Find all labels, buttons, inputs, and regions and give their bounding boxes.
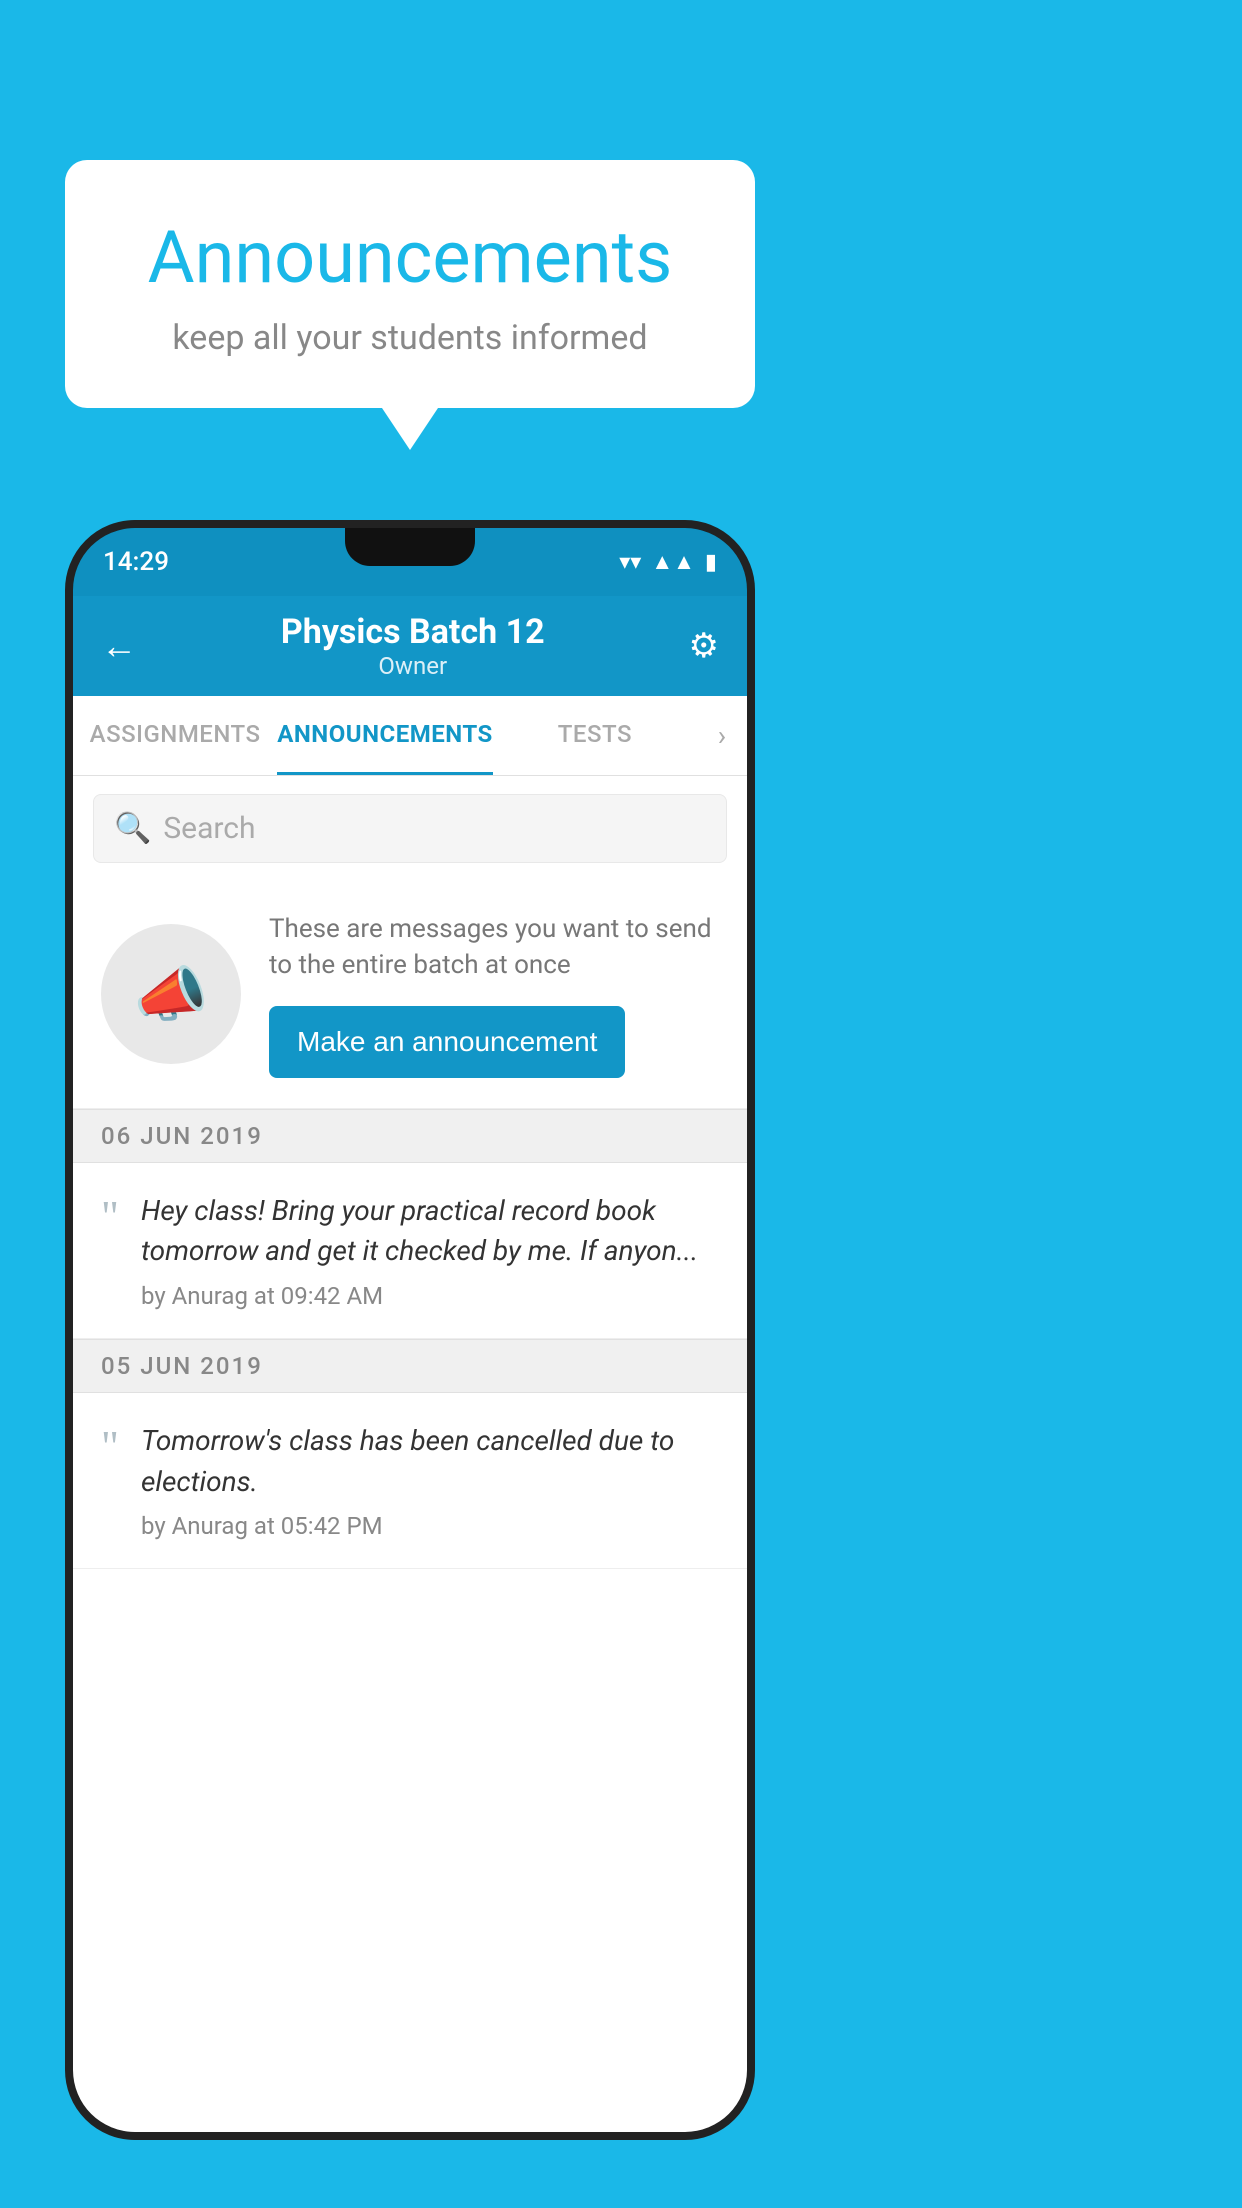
status-time: 14:29 [103, 547, 169, 577]
bubble-subtitle: keep all your students informed [115, 318, 705, 358]
announcement-item-2[interactable]: " Tomorrow's class has been cancelled du… [73, 1393, 747, 1569]
search-placeholder: Search [163, 811, 255, 846]
speech-bubble: Announcements keep all your students inf… [65, 160, 755, 408]
date-separator-1: 06 JUN 2019 [73, 1109, 747, 1163]
power-button[interactable] [749, 868, 755, 968]
search-container: 🔍 Search [73, 776, 747, 881]
wifi-icon: ▾▾ [619, 550, 641, 575]
header-subtitle: Owner [281, 652, 545, 680]
back-button[interactable]: ← [101, 625, 137, 667]
quote-icon-2: " [101, 1425, 119, 1469]
announcement-promo: 📣 These are messages you want to send to… [73, 881, 747, 1109]
tabs-bar: ASSIGNMENTS ANNOUNCEMENTS TESTS › [73, 696, 747, 776]
signal-icon: ▲▲ [651, 549, 695, 575]
phone-screen: ← Physics Batch 12 Owner ⚙ ASSIGNMENTS A… [73, 596, 747, 2132]
volume-up-button[interactable] [65, 808, 71, 858]
app-header: ← Physics Batch 12 Owner ⚙ [73, 596, 747, 696]
announcement-content-1: Hey class! Bring your practical record b… [141, 1191, 719, 1310]
header-title: Physics Batch 12 [281, 612, 545, 652]
megaphone-icon: 📣 [134, 959, 209, 1030]
tab-assignments[interactable]: ASSIGNMENTS [73, 696, 277, 775]
promo-description: These are messages you want to send to t… [269, 911, 719, 984]
phone-frame: 14:29 ▾▾ ▲▲ ▮ ← Physics Batch 12 Owner ⚙… [65, 520, 755, 2140]
promo-icon-circle: 📣 [101, 924, 241, 1064]
silent-button[interactable] [65, 988, 71, 1068]
announcement-content-2: Tomorrow's class has been cancelled due … [141, 1421, 719, 1540]
bubble-title: Announcements [115, 215, 705, 300]
promo-right: These are messages you want to send to t… [269, 911, 719, 1078]
header-center: Physics Batch 12 Owner [281, 612, 545, 680]
volume-down-button[interactable] [65, 888, 71, 968]
search-bar[interactable]: 🔍 Search [93, 794, 727, 863]
status-icons: ▾▾ ▲▲ ▮ [619, 549, 717, 575]
notch [345, 528, 475, 566]
tab-announcements[interactable]: ANNOUNCEMENTS [277, 696, 493, 775]
tab-tests[interactable]: TESTS [493, 696, 697, 775]
status-bar: 14:29 ▾▾ ▲▲ ▮ [73, 528, 747, 596]
battery-icon: ▮ [705, 550, 717, 575]
announcement-item-1[interactable]: " Hey class! Bring your practical record… [73, 1163, 747, 1339]
announcement-text-1: Hey class! Bring your practical record b… [141, 1191, 719, 1272]
search-icon: 🔍 [114, 811, 151, 846]
announcement-meta-2: by Anurag at 05:42 PM [141, 1512, 719, 1540]
announcement-text-2: Tomorrow's class has been cancelled due … [141, 1421, 719, 1502]
tabs-more-button[interactable]: › [697, 696, 747, 775]
quote-icon-1: " [101, 1195, 119, 1239]
announcement-meta-1: by Anurag at 09:42 AM [141, 1282, 719, 1310]
make-announcement-button[interactable]: Make an announcement [269, 1006, 625, 1078]
date-separator-2: 05 JUN 2019 [73, 1339, 747, 1393]
settings-icon[interactable]: ⚙ [689, 626, 719, 666]
